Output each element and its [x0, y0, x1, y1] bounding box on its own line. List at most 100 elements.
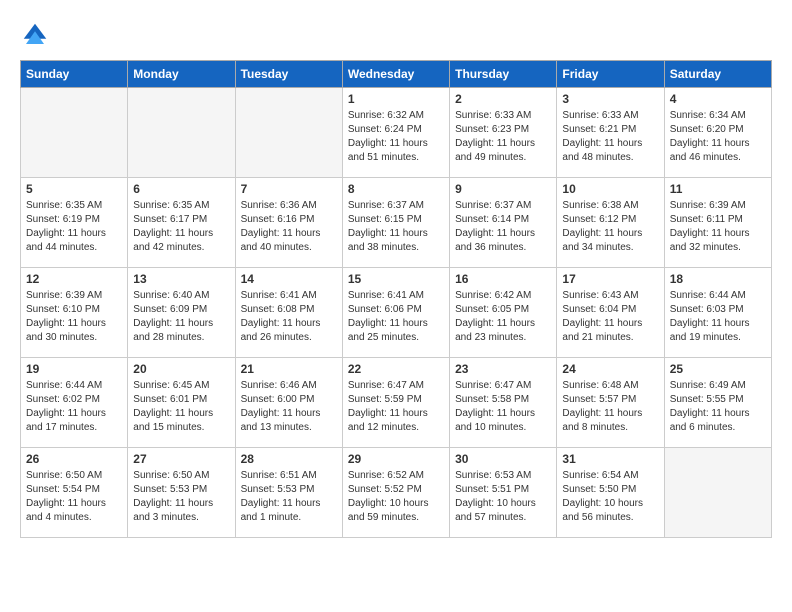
calendar-cell [235, 88, 342, 178]
header-row: SundayMondayTuesdayWednesdayThursdayFrid… [21, 61, 772, 88]
day-number: 3 [562, 92, 658, 106]
day-number: 2 [455, 92, 551, 106]
calendar-cell: 20Sunrise: 6:45 AM Sunset: 6:01 PM Dayli… [128, 358, 235, 448]
day-info: Sunrise: 6:48 AM Sunset: 5:57 PM Dayligh… [562, 379, 658, 435]
calendar-cell: 17 Sunrise: 6:43 AM Sunset: 6:04 PM Dayli… [557, 268, 664, 358]
calendar-cell: 10 Sunrise: 6:38 AM Sunset: 6:12 PM Dayli… [557, 178, 664, 268]
day-number: 30 [455, 452, 551, 466]
day-number: 17 [562, 272, 658, 286]
calendar-cell: 19 Sunrise: 6:44 AM Sunset: 6:02 PM Dayli… [21, 358, 128, 448]
calendar-cell: 15 Sunrise: 6:41 AM Sunset: 6:06 PM Dayli… [342, 268, 449, 358]
calendar-cell: 30 Sunrise: 6:53 AM Sunset: 5:51 PM Dayli… [450, 448, 557, 538]
header-day-tuesday: Tuesday [235, 61, 342, 88]
day-number: 8 [348, 182, 444, 196]
day-info: Sunrise: 6:34 AM Sunset: 6:20 PM Dayligh… [670, 109, 766, 165]
day-info: Sunrise: 6:33 AM Sunset: 6:21 PM Dayligh… [562, 109, 658, 165]
day-info: Sunrise: 6:36 AM Sunset: 6:16 PM Dayligh… [241, 199, 337, 255]
calendar-table: SundayMondayTuesdayWednesdayThursdayFrid… [20, 60, 772, 538]
day-info: Sunrise: 6:35 AM Sunset: 6:17 PM Dayligh… [133, 199, 229, 255]
day-number: 9 [455, 182, 551, 196]
day-number: 29 [348, 452, 444, 466]
day-info: Sunrise: 6:42 AM Sunset: 6:05 PM Dayligh… [455, 289, 551, 345]
day-number: 21 [241, 362, 337, 376]
day-info: Sunrise: 6:41 AM Sunset: 6:08 PM Dayligh… [241, 289, 337, 345]
day-number: 22 [348, 362, 444, 376]
header-day-wednesday: Wednesday [342, 61, 449, 88]
day-info: Sunrise: 6:45 AM Sunset: 6:01 PM Dayligh… [133, 379, 229, 435]
day-number: 28 [241, 452, 337, 466]
calendar-cell: 3 Sunrise: 6:33 AM Sunset: 6:21 PM Daylig… [557, 88, 664, 178]
day-info: Sunrise: 6:35 AM Sunset: 6:19 PM Dayligh… [26, 199, 122, 255]
calendar-cell: 28 Sunrise: 6:51 AM Sunset: 5:53 PM Dayli… [235, 448, 342, 538]
header-day-saturday: Saturday [664, 61, 771, 88]
day-info: Sunrise: 6:50 AM Sunset: 5:54 PM Dayligh… [26, 469, 122, 525]
day-number: 24 [562, 362, 658, 376]
calendar-cell: 24 Sunrise: 6:48 AM Sunset: 5:57 PM Dayli… [557, 358, 664, 448]
calendar-cell: 1 Sunrise: 6:32 AM Sunset: 6:24 PM Daylig… [342, 88, 449, 178]
day-info: Sunrise: 6:51 AM Sunset: 5:53 PM Dayligh… [241, 469, 337, 525]
calendar-cell: 4 Sunrise: 6:34 AM Sunset: 6:20 PM Daylig… [664, 88, 771, 178]
day-info: Sunrise: 6:37 AM Sunset: 6:14 PM Dayligh… [455, 199, 551, 255]
calendar-cell: 23 Sunrise: 6:47 AM Sunset: 5:58 PM Dayli… [450, 358, 557, 448]
day-info: Sunrise: 6:41 AM Sunset: 6:06 PM Dayligh… [348, 289, 444, 345]
calendar-cell: 27 Sunrise: 6:50 AM Sunset: 5:53 PM Dayli… [128, 448, 235, 538]
week-row-5: 26 Sunrise: 6:50 AM Sunset: 5:54 PM Dayli… [21, 448, 772, 538]
day-info: Sunrise: 6:38 AM Sunset: 6:12 PM Dayligh… [562, 199, 658, 255]
day-info: Sunrise: 6:53 AM Sunset: 5:51 PM Dayligh… [455, 469, 551, 525]
day-number: 7 [241, 182, 337, 196]
header [20, 20, 772, 50]
calendar-cell [664, 448, 771, 538]
calendar-cell: 12 Sunrise: 6:39 AM Sunset: 6:10 PM Dayli… [21, 268, 128, 358]
day-info: Sunrise: 6:44 AM Sunset: 6:03 PM Dayligh… [670, 289, 766, 345]
header-day-sunday: Sunday [21, 61, 128, 88]
day-number: 13 [133, 272, 229, 286]
day-number: 1 [348, 92, 444, 106]
day-number: 6 [133, 182, 229, 196]
day-info: Sunrise: 6:32 AM Sunset: 6:24 PM Dayligh… [348, 109, 444, 165]
day-info: Sunrise: 6:50 AM Sunset: 5:53 PM Dayligh… [133, 469, 229, 525]
day-info: Sunrise: 6:44 AM Sunset: 6:02 PM Dayligh… [26, 379, 122, 435]
day-number: 12 [26, 272, 122, 286]
week-row-2: 5Sunrise: 6:35 AM Sunset: 6:19 PM Daylig… [21, 178, 772, 268]
week-row-1: 1 Sunrise: 6:32 AM Sunset: 6:24 PM Daylig… [21, 88, 772, 178]
calendar-cell: 8Sunrise: 6:37 AM Sunset: 6:15 PM Daylig… [342, 178, 449, 268]
day-info: Sunrise: 6:43 AM Sunset: 6:04 PM Dayligh… [562, 289, 658, 345]
calendar-cell: 7 Sunrise: 6:36 AM Sunset: 6:16 PM Daylig… [235, 178, 342, 268]
day-info: Sunrise: 6:54 AM Sunset: 5:50 PM Dayligh… [562, 469, 658, 525]
day-number: 4 [670, 92, 766, 106]
day-number: 14 [241, 272, 337, 286]
day-number: 26 [26, 452, 122, 466]
calendar-cell [21, 88, 128, 178]
day-number: 18 [670, 272, 766, 286]
header-day-friday: Friday [557, 61, 664, 88]
week-row-4: 19 Sunrise: 6:44 AM Sunset: 6:02 PM Dayli… [21, 358, 772, 448]
calendar-cell: 31Sunrise: 6:54 AM Sunset: 5:50 PM Dayli… [557, 448, 664, 538]
calendar-cell: 21Sunrise: 6:46 AM Sunset: 6:00 PM Dayli… [235, 358, 342, 448]
calendar-cell [128, 88, 235, 178]
header-day-monday: Monday [128, 61, 235, 88]
day-number: 27 [133, 452, 229, 466]
header-day-thursday: Thursday [450, 61, 557, 88]
calendar-cell: 14 Sunrise: 6:41 AM Sunset: 6:08 PM Dayli… [235, 268, 342, 358]
day-number: 15 [348, 272, 444, 286]
day-info: Sunrise: 6:47 AM Sunset: 5:59 PM Dayligh… [348, 379, 444, 435]
calendar-cell: 5Sunrise: 6:35 AM Sunset: 6:19 PM Daylig… [21, 178, 128, 268]
day-info: Sunrise: 6:52 AM Sunset: 5:52 PM Dayligh… [348, 469, 444, 525]
day-number: 10 [562, 182, 658, 196]
day-number: 23 [455, 362, 551, 376]
day-info: Sunrise: 6:40 AM Sunset: 6:09 PM Dayligh… [133, 289, 229, 345]
day-info: Sunrise: 6:47 AM Sunset: 5:58 PM Dayligh… [455, 379, 551, 435]
day-info: Sunrise: 6:39 AM Sunset: 6:11 PM Dayligh… [670, 199, 766, 255]
calendar-cell: 11Sunrise: 6:39 AM Sunset: 6:11 PM Dayli… [664, 178, 771, 268]
day-info: Sunrise: 6:33 AM Sunset: 6:23 PM Dayligh… [455, 109, 551, 165]
calendar-cell: 9 Sunrise: 6:37 AM Sunset: 6:14 PM Daylig… [450, 178, 557, 268]
calendar-cell: 6 Sunrise: 6:35 AM Sunset: 6:17 PM Daylig… [128, 178, 235, 268]
calendar-cell: 2 Sunrise: 6:33 AM Sunset: 6:23 PM Daylig… [450, 88, 557, 178]
calendar-cell: 29 Sunrise: 6:52 AM Sunset: 5:52 PM Dayli… [342, 448, 449, 538]
calendar-cell: 26 Sunrise: 6:50 AM Sunset: 5:54 PM Dayli… [21, 448, 128, 538]
day-number: 25 [670, 362, 766, 376]
calendar-cell: 16Sunrise: 6:42 AM Sunset: 6:05 PM Dayli… [450, 268, 557, 358]
day-number: 19 [26, 362, 122, 376]
logo [20, 20, 56, 50]
day-info: Sunrise: 6:39 AM Sunset: 6:10 PM Dayligh… [26, 289, 122, 345]
